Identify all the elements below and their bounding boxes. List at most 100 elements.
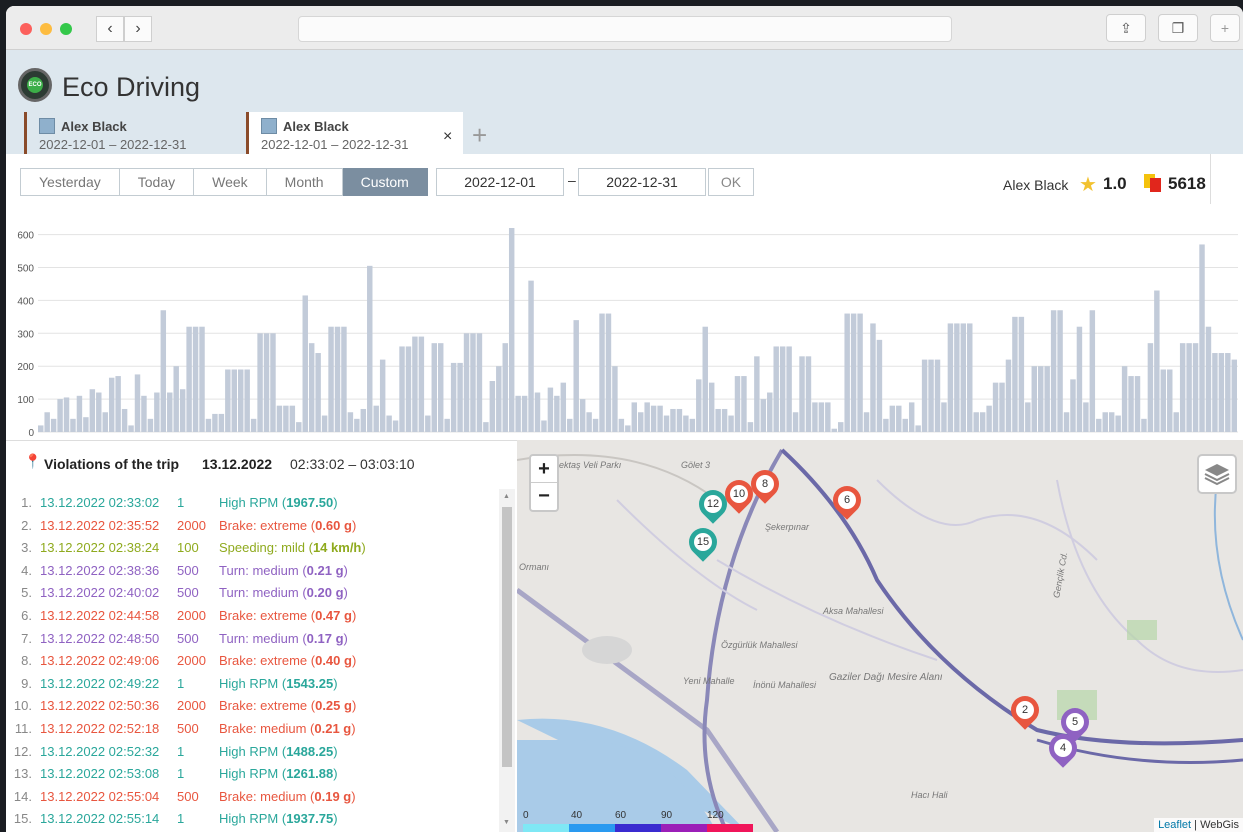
chart-bar[interactable]	[592, 418, 599, 432]
chart-bar[interactable]	[644, 402, 650, 432]
chart-bar[interactable]	[818, 402, 825, 432]
chart-bar[interactable]	[696, 379, 702, 432]
chart-bar[interactable]	[663, 415, 670, 432]
violation-marker[interactable]: 2	[1005, 690, 1045, 732]
chart-bar[interactable]	[489, 381, 496, 432]
scroll-up-icon[interactable]: ▲	[503, 493, 510, 500]
chart-bar[interactable]	[263, 333, 270, 432]
violation-row[interactable]: 9. 13.12.2022 02:49:22 1 High RPM (1543.25)	[6, 676, 498, 699]
violation-row[interactable]: 3. 13.12.2022 02:38:24 100 Speeding: mild (…	[6, 540, 498, 563]
chart-bar[interactable]	[128, 425, 134, 432]
chart-bar[interactable]	[199, 326, 205, 432]
chart-bar[interactable]	[167, 392, 173, 432]
period-today-button[interactable]: Today	[119, 168, 195, 196]
chart-bar[interactable]	[218, 413, 225, 432]
chart-bar[interactable]	[1192, 343, 1199, 432]
chart-bar[interactable]	[438, 343, 444, 432]
chart-bar[interactable]	[902, 418, 908, 432]
chart-bar[interactable]	[638, 412, 644, 432]
chart-bar[interactable]	[883, 418, 889, 432]
chart-bar[interactable]	[238, 369, 244, 432]
chart-bar[interactable]	[379, 359, 386, 432]
chart-bar[interactable]	[631, 402, 637, 432]
chart-bar[interactable]	[1025, 402, 1031, 432]
chart-bar[interactable]	[967, 323, 973, 432]
chart-bar[interactable]	[889, 405, 896, 432]
chart-bar[interactable]	[315, 353, 321, 432]
chart-bar[interactable]	[328, 326, 334, 432]
chart-bar[interactable]	[450, 362, 457, 432]
chart-bar[interactable]	[476, 333, 483, 432]
maximize-dot-icon[interactable]	[60, 23, 72, 35]
chart-bar[interactable]	[179, 389, 186, 432]
violation-row[interactable]: 8. 13.12.2022 02:49:06 2000 Brake: extreme …	[6, 653, 498, 676]
chart-bar[interactable]	[1121, 366, 1128, 432]
chart-bar[interactable]	[373, 405, 379, 432]
chart-bar[interactable]	[1179, 343, 1186, 432]
chart-bar[interactable]	[876, 339, 883, 432]
chart-bar[interactable]	[1057, 310, 1063, 432]
chart-bar[interactable]	[334, 326, 341, 432]
leaflet-link[interactable]: Leaflet	[1158, 819, 1191, 831]
chart-bar[interactable]	[1218, 353, 1225, 432]
chart-bar[interactable]	[715, 408, 721, 432]
chart-bar[interactable]	[857, 313, 863, 432]
violation-row[interactable]: 13. 13.12.2022 02:53:08 1 High RPM (1261.88…	[6, 766, 498, 789]
chart-bar[interactable]	[1231, 359, 1237, 432]
chart-bar[interactable]	[502, 343, 508, 432]
tab-driver-1[interactable]: Alex Black 2022-12-01 – 2022-12-31	[24, 112, 234, 158]
chart-bar[interactable]	[599, 313, 605, 432]
chart-bar[interactable]	[1199, 244, 1205, 432]
chart-bar[interactable]	[276, 405, 283, 432]
violation-row[interactable]: 2. 13.12.2022 02:35:52 2000 Brake: extreme …	[6, 518, 498, 541]
chevron-right-icon[interactable]: ›	[124, 16, 152, 42]
chart-bar[interactable]	[831, 428, 837, 432]
chart-bar[interactable]	[618, 418, 625, 432]
chart-bar[interactable]	[425, 415, 431, 432]
chart-bar[interactable]	[1083, 402, 1089, 432]
chart-bar[interactable]	[141, 395, 147, 432]
chart-bar[interactable]	[225, 369, 231, 432]
chart-bar[interactable]	[747, 422, 754, 432]
chart-bar[interactable]	[1147, 343, 1154, 432]
chart-bar[interactable]	[567, 418, 573, 432]
chart-bar[interactable]	[721, 408, 728, 432]
chart-bar[interactable]	[1063, 412, 1070, 432]
chevron-left-icon[interactable]: ‹	[96, 16, 124, 42]
chart-bar[interactable]	[754, 356, 760, 432]
chart-bar[interactable]	[1005, 359, 1012, 432]
chart-bar[interactable]	[1205, 326, 1212, 432]
chart-bar[interactable]	[192, 326, 199, 432]
violation-row[interactable]: 14. 13.12.2022 02:55:04 500 Brake: medium (…	[6, 789, 498, 812]
chart-bar[interactable]	[96, 392, 102, 432]
chart-bar[interactable]	[496, 366, 502, 432]
chart-bar[interactable]	[321, 415, 328, 432]
chart-bar[interactable]	[838, 422, 844, 432]
chart-bar[interactable]	[173, 366, 179, 432]
chart-bar[interactable]	[670, 408, 676, 432]
chart-bar[interactable]	[250, 418, 257, 432]
date-from-input[interactable]: 2022-12-01	[436, 168, 564, 196]
plus-icon[interactable]: +	[1210, 14, 1240, 42]
chart-bar[interactable]	[521, 395, 528, 432]
chart-bar[interactable]	[850, 313, 857, 432]
chart-bar[interactable]	[1018, 316, 1025, 432]
violation-row[interactable]: 15. 13.12.2022 02:55:14 1 High RPM (1937.75…	[6, 811, 498, 832]
chart-bar[interactable]	[541, 420, 547, 432]
violations-scrollbar[interactable]: ▲ ▼	[499, 489, 515, 832]
tabs-icon[interactable]: ❐	[1158, 14, 1198, 42]
chart-bar[interactable]	[1115, 415, 1121, 432]
scroll-thumb[interactable]	[502, 507, 512, 767]
chart-bar[interactable]	[347, 412, 354, 432]
violation-marker[interactable]: 12	[693, 484, 733, 526]
chart-bar[interactable]	[1076, 326, 1083, 432]
chart-bar[interactable]	[386, 415, 392, 432]
chart-bar[interactable]	[908, 402, 915, 432]
chart-bar[interactable]	[444, 418, 450, 432]
chart-bar[interactable]	[457, 362, 463, 432]
chart-bar[interactable]	[734, 376, 741, 432]
chart-bar[interactable]	[844, 313, 850, 432]
chart-bar[interactable]	[147, 418, 154, 432]
chart-bar[interactable]	[708, 382, 715, 432]
chart-bar[interactable]	[508, 228, 515, 432]
